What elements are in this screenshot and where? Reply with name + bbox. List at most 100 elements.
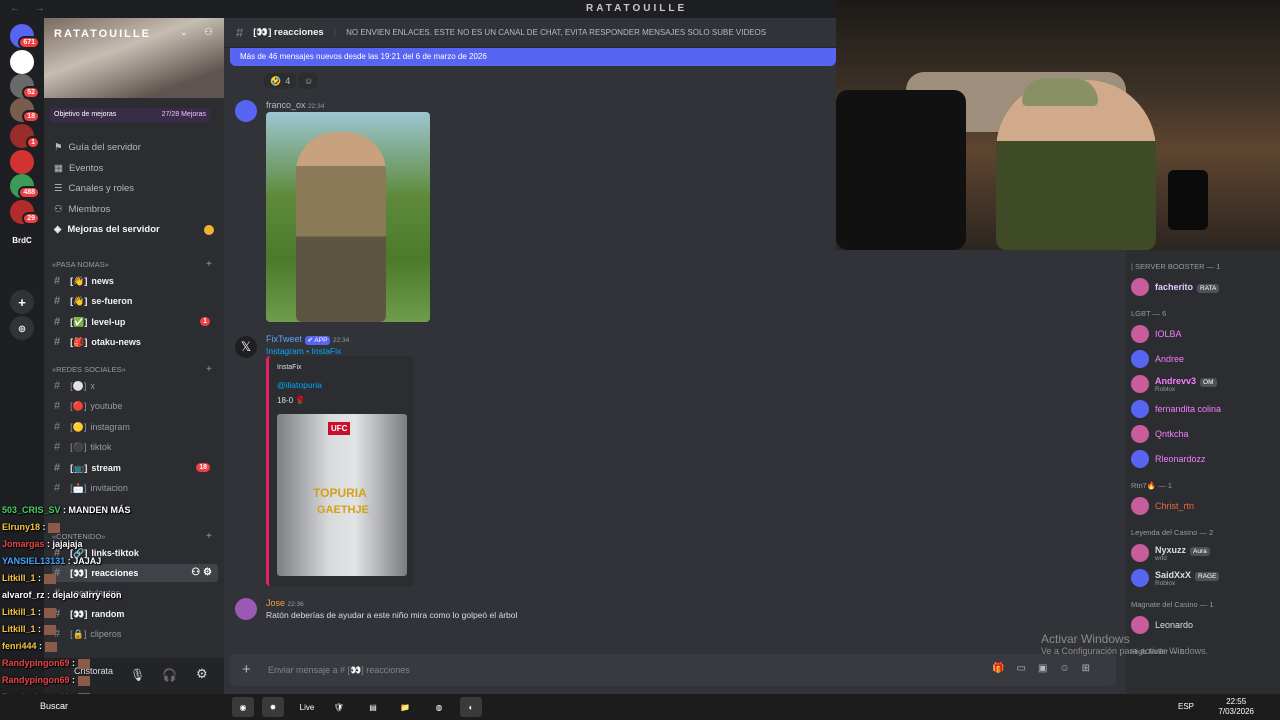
member-activity: Roblox bbox=[1155, 385, 1176, 393]
language-indicator[interactable]: ESP bbox=[1178, 702, 1194, 711]
hash-icon: # bbox=[54, 336, 61, 348]
cap bbox=[1022, 78, 1098, 106]
composer-tools-icon[interactable]: 🎁▭▣☺⊞ bbox=[992, 663, 1102, 674]
member-list: | SERVER BOOSTER — 1 facherito RATA LGBT — … bbox=[1126, 250, 1280, 694]
member-item[interactable]: SaidXxX RAGE Roblox bbox=[1131, 567, 1279, 589]
server-menu-item[interactable]: ▦ Eventos bbox=[54, 163, 103, 174]
chrome-icon[interactable]: ◉ bbox=[232, 697, 254, 717]
member-item[interactable]: Andrevv3 OM Roblox bbox=[1131, 373, 1279, 395]
link-embed[interactable]: InstaFix @iliatopuria 18-0 🌹 UFC TOPURIA… bbox=[266, 356, 414, 586]
avatar[interactable] bbox=[235, 598, 257, 620]
server-menu-item[interactable]: ⚑ Guía del servidor bbox=[54, 142, 141, 153]
server-menu-item[interactable]: ◈ Mejoras del servidor bbox=[54, 224, 160, 235]
live-app[interactable]: Live bbox=[296, 697, 318, 717]
member-item[interactable]: Qntkcha bbox=[1131, 423, 1279, 445]
member-item[interactable]: Christ_rtn bbox=[1131, 495, 1279, 517]
new-messages-bar[interactable]: Más de 46 mensajes nuevos desde las 19:2… bbox=[230, 48, 836, 66]
add-channel-icon[interactable]: + bbox=[206, 259, 212, 270]
reaction-chip[interactable]: 🤣 4 bbox=[264, 73, 297, 89]
server-icon[interactable]: 18 bbox=[10, 98, 40, 123]
hash-icon: # bbox=[54, 275, 61, 287]
server-icon[interactable]: BrdC bbox=[10, 228, 34, 252]
plus-icon[interactable]: + bbox=[242, 661, 251, 678]
channel-category[interactable]: «REDES SOCIALES» + bbox=[52, 364, 212, 375]
boost-goal[interactable]: Objetivo de mejoras 27/28 Mejoras bbox=[50, 108, 210, 122]
taskbar-search[interactable]: Buscar bbox=[40, 701, 68, 711]
channel-topic[interactable]: NO ENVIEN ENLACES. ESTE NO ES UN CANAL D… bbox=[346, 28, 766, 37]
menu-label: Eventos bbox=[68, 162, 104, 174]
add-server-icon[interactable]: + bbox=[10, 290, 34, 314]
channel-level-up[interactable]: # [✅] level-up 1 bbox=[52, 313, 218, 331]
server-menu-item[interactable]: ☰ Canales y roles bbox=[54, 183, 134, 194]
explore-icon[interactable]: ◎ bbox=[10, 316, 34, 340]
message-author[interactable]: FixTweet bbox=[266, 334, 302, 344]
channel-se-fueron[interactable]: # [👋] se-fueron bbox=[52, 292, 218, 310]
member-item[interactable]: Rleonardozz bbox=[1131, 448, 1279, 470]
channel-instagram[interactable]: # [🟡] instagram bbox=[52, 418, 218, 436]
add-member-icon[interactable]: ⚇ bbox=[204, 27, 213, 38]
message-text: Ratón deberías de ayudar a este niño mir… bbox=[266, 610, 518, 620]
member-tag: RATA bbox=[1197, 284, 1220, 293]
menu-icon: ▦ bbox=[54, 162, 63, 174]
chat-message: dejalo alrry leon bbox=[52, 590, 122, 600]
obs-icon[interactable]: ◍ bbox=[428, 697, 450, 717]
embed-author[interactable]: @iliatopuria bbox=[277, 380, 322, 390]
message-composer[interactable]: + Enviar mensaje a # [👀] reacciones 🎁▭▣☺… bbox=[230, 654, 1116, 686]
channel-otaku-news[interactable]: # [🎒] otaku-news bbox=[52, 333, 218, 351]
channel-label: [📩] invitacion bbox=[70, 483, 128, 494]
server-icon[interactable]: 29 bbox=[10, 200, 40, 225]
channel-name: news bbox=[91, 275, 114, 286]
member-text: Rleonardozz bbox=[1155, 454, 1206, 464]
avatar[interactable] bbox=[235, 100, 257, 122]
message-header: FixTweet ✔ APP 22:34 bbox=[266, 334, 349, 345]
member-text: Nyxuzz Aura wrld bbox=[1155, 545, 1210, 562]
back-forward-icon[interactable]: ← → bbox=[10, 3, 51, 14]
clock[interactable]: 22:55 7/03/2026 bbox=[1218, 697, 1254, 717]
member-text: Andrevv3 OM Roblox bbox=[1155, 376, 1217, 393]
chat-sep: : bbox=[44, 590, 53, 600]
server-icon[interactable] bbox=[10, 50, 34, 74]
embed-image[interactable]: UFC TOPURIA GAETHJE bbox=[277, 414, 407, 576]
channel-tiktok[interactable]: # [⚫] tiktok bbox=[52, 438, 218, 456]
attached-image[interactable] bbox=[266, 112, 430, 322]
x-logo-avatar[interactable]: 𝕏 bbox=[235, 336, 257, 358]
member-name: Leonardo bbox=[1155, 620, 1194, 630]
message-author[interactable]: franco_ox bbox=[266, 100, 306, 110]
channel-x[interactable]: # [⚪] x bbox=[52, 377, 218, 395]
server-icon[interactable] bbox=[10, 150, 34, 174]
embed-links[interactable]: Instagram • InstaFix bbox=[266, 346, 341, 356]
chat-sep: : bbox=[69, 658, 78, 668]
discord-icon[interactable]: ◐ bbox=[460, 697, 482, 717]
channel-news[interactable]: # [👋] news bbox=[52, 272, 218, 290]
add-channel-icon[interactable]: + bbox=[206, 364, 212, 375]
server-icon[interactable]: 488 bbox=[10, 174, 40, 199]
taskbar: Buscar ◉ ✸ Live 🛡 ▤ 📁 ◍ ◐ ESP 22:55 7/03… bbox=[0, 694, 1280, 720]
message-author[interactable]: Jose bbox=[266, 598, 285, 608]
add-reaction-button[interactable]: ☺ bbox=[298, 73, 318, 89]
member-name: facherito bbox=[1155, 282, 1194, 292]
channel-stream[interactable]: # [📺] stream 18 bbox=[52, 459, 218, 477]
member-item[interactable]: IOLBA bbox=[1131, 323, 1279, 345]
member-item[interactable]: Nyxuzz Aura wrld bbox=[1131, 542, 1279, 564]
brave-icon[interactable]: 🛡 bbox=[328, 697, 350, 717]
stream-chat-line: Randypingon69 : bbox=[2, 672, 222, 689]
server-icon[interactable]: 671 bbox=[10, 24, 40, 49]
server-icon[interactable]: 52 bbox=[10, 74, 40, 99]
app-icon[interactable]: ✸ bbox=[262, 697, 284, 717]
chat-user: 503_CRIS_SV bbox=[2, 505, 61, 515]
emote-image bbox=[77, 658, 90, 669]
server-menu-item[interactable]: ⚇ Miembros bbox=[54, 204, 110, 215]
server-icon[interactable]: 1 bbox=[10, 124, 40, 149]
member-item[interactable]: fernandita colina bbox=[1131, 398, 1279, 420]
folder-icon[interactable]: 📁 bbox=[394, 697, 416, 717]
member-item[interactable]: Andree bbox=[1131, 348, 1279, 370]
channel-category[interactable]: «PASA NOMAS» + bbox=[52, 259, 212, 270]
channel-invitacion[interactable]: # [📩] invitacion bbox=[52, 479, 218, 497]
channel-youtube[interactable]: # [🔴] youtube bbox=[52, 397, 218, 415]
member-text: facherito RATA bbox=[1155, 282, 1220, 293]
member-item[interactable]: facherito RATA bbox=[1131, 276, 1279, 298]
notepad-icon[interactable]: ▤ bbox=[362, 697, 384, 717]
chat-user: Jomargas bbox=[2, 539, 45, 549]
chevron-down-icon[interactable]: ⌄ bbox=[180, 27, 188, 38]
server-name[interactable]: RATATOUILLE bbox=[54, 28, 151, 40]
